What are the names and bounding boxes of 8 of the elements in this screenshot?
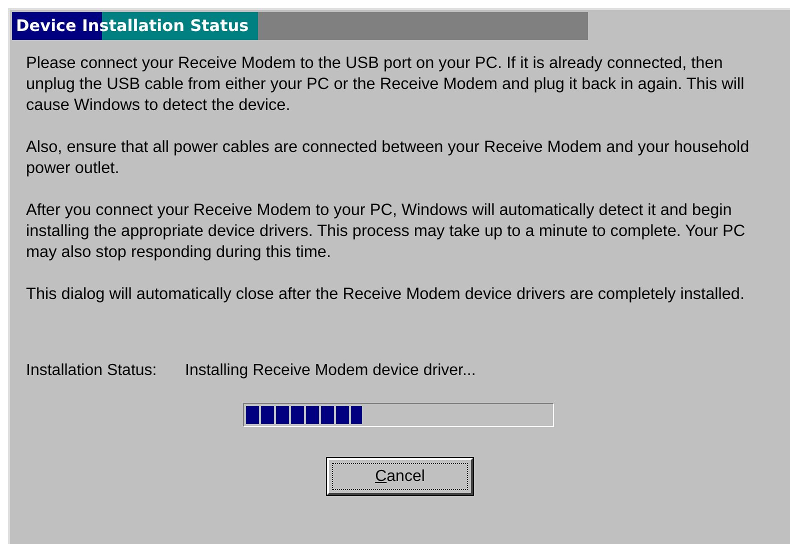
instruction-text: Please connect your Receive Modem to the USB port on your PC. If it is already connected, then unplug the USB cable from either your PC or the Receive Modem and plug it back in again. This will cause Windows to detect the device.: [26, 53, 746, 116]
instruction-text: After you connect your Receive Modem to your PC, Windows will automatically detect it and begin installing the appropriate device drivers. This process may take up to a minute to complete. Your PC may also stop responding during this time.: [26, 200, 746, 263]
instruction-text: This dialog will automatically close after the Receive Modem device drivers are completely installed.: [26, 284, 746, 305]
status-label: Installation Status:: [26, 361, 158, 380]
window-title: Device Installation Status: [16, 18, 249, 34]
cancel-button[interactable]: Cancel: [327, 458, 473, 495]
status-value: Installing Receive Modem device driver...: [185, 361, 476, 380]
instruction-text: Also, ensure that all power cables are connected between your Receive Modem and your household power outlet.: [26, 137, 750, 179]
